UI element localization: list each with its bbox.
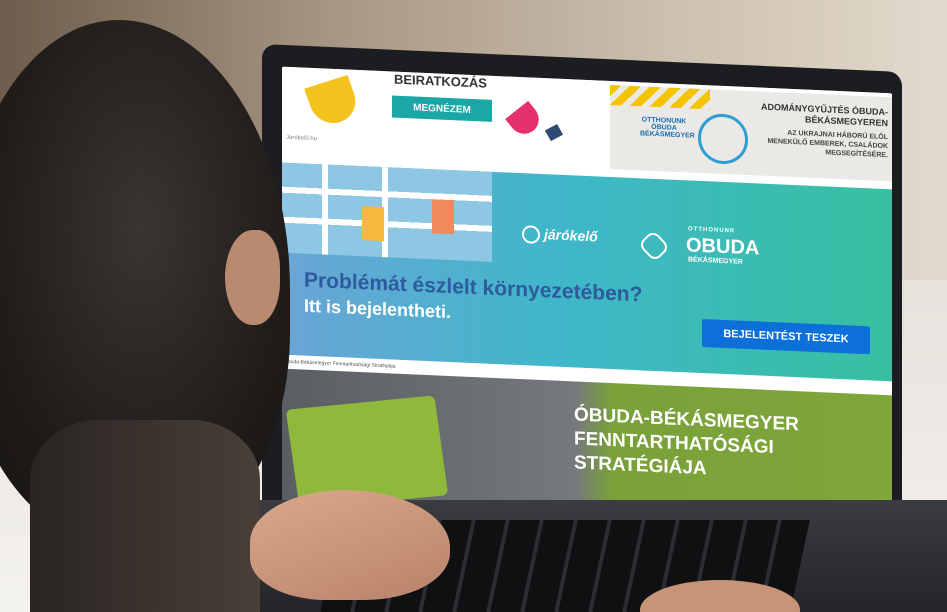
city-map-illustration [282,162,492,262]
ad-stripes [610,85,710,110]
jarokelo-logo: járókelő [522,225,598,247]
strategy-title: ÓBUDA-BÉKÁSMEGYER FENNTARTHATÓSÁGI STRAT… [574,403,874,488]
megnezem-button[interactable]: MEGNÉZEM [392,95,492,122]
partner-sub: BÉKÁSMEGYER [688,256,743,266]
banner-question-line2: Itt is bejelentheti. [304,295,452,323]
jarokelo-text: járókelő [544,226,598,245]
yellow-logo-icon [304,74,362,129]
source-label: Járókelő.hu [286,134,318,143]
blue-logo-icon [544,123,564,142]
building-icon [432,199,454,235]
ad-title: ADOMÁNYGYŰJTÉS ÓBUDA-BÉKÁSMEGYEREN [760,101,888,129]
partner-small: OTTHONUNK [688,226,736,235]
pink-logo-icon [505,100,545,140]
obuda-logo: OTTHONUNK ÓBUDA BÉKÁSMEGYER [640,116,695,140]
heart-logo-icon [698,112,748,166]
section-caption: Óbuda-Békásmegyer Fenntarthatósági Strat… [284,358,396,370]
donation-ad[interactable]: OTTHONUNK ÓBUDA BÉKÁSMEGYER ADOMÁNYGYŰJT… [610,85,892,182]
person-ear [225,230,280,325]
ad-subtitle: AZ UKRAJNAI HÁBORÚ ELŐL MENEKÜLŐ EMBEREK… [767,129,888,160]
pin-icon [522,225,540,245]
handshake-heart-icon [637,229,671,263]
photo-scene: BEIRATKOZÁS MEGNÉZEM Járókelő.hu OTTHONU… [0,0,947,612]
report-banner[interactable]: járókelő OTTHONUNK OBUDA BÉKÁSMEGYER Pro… [282,162,892,382]
beiratkozas-heading: BEIRATKOZÁS [394,71,487,91]
laptop-screen: BEIRATKOZÁS MEGNÉZEM Járókelő.hu OTTHONU… [282,66,892,534]
building-icon [362,206,384,242]
report-button[interactable]: BEJELENTÉST TESZEK [702,319,870,355]
person-shoulder [30,420,260,612]
person-hand-left [250,490,450,600]
